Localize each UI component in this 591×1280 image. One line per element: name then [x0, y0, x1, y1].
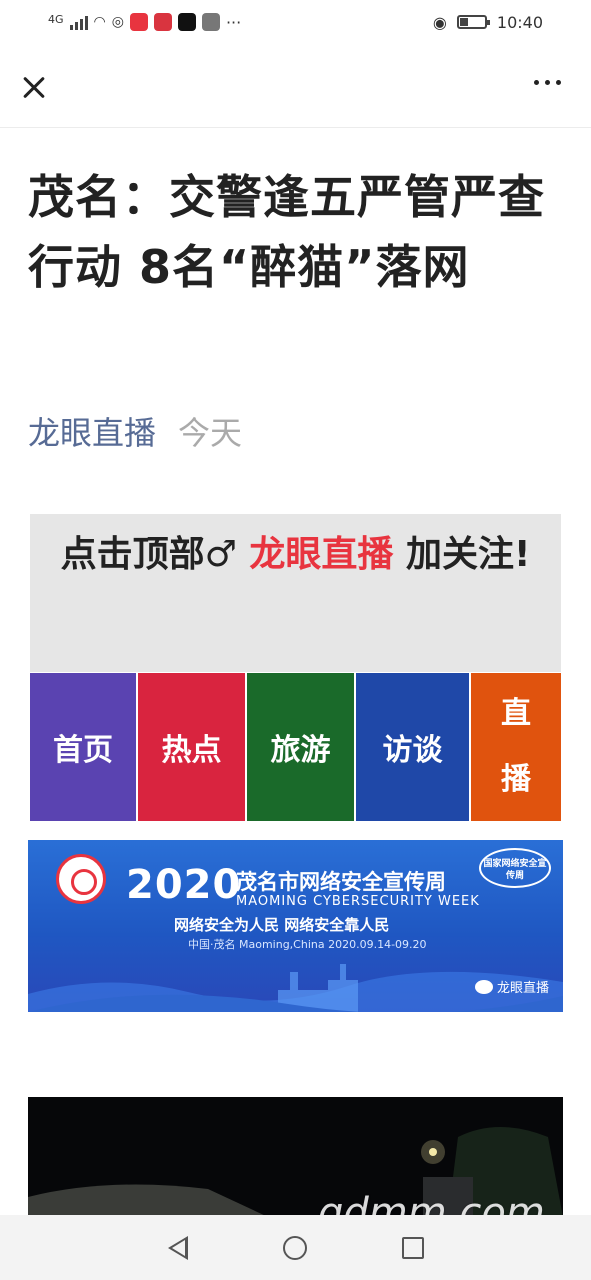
author-link[interactable]: 龙眼直播	[28, 408, 156, 454]
tile-home[interactable]: 首页	[30, 673, 136, 821]
banner-watermark: 龙眼直播	[474, 977, 549, 996]
recent-apps-icon[interactable]	[401, 1236, 424, 1259]
tiktok-icon	[177, 13, 196, 31]
maoming-emblem-icon	[56, 854, 106, 904]
close-icon[interactable]	[18, 72, 50, 104]
more-icon[interactable]	[534, 80, 561, 85]
tile-interview-label: 访谈	[382, 733, 443, 768]
eye-icon: ◉	[432, 12, 447, 32]
more-notifications-icon: ···	[225, 12, 242, 32]
tile-live-label: 直播	[501, 696, 531, 797]
system-nav-bar	[0, 1215, 591, 1280]
status-time: 10:40	[496, 12, 543, 32]
banner-slogan: 网络安全为人民 网络安全靠人民	[174, 916, 390, 934]
follow-banner: 点击顶部♂ 龙眼直播 加关注!	[30, 514, 561, 672]
banner-watermark-text: 龙眼直播	[496, 981, 549, 996]
network-type: 4G	[48, 12, 64, 26]
section-tiles: 首页 热点 旅游 访谈 直播	[30, 673, 561, 821]
follow-suffix: 加关注!	[405, 534, 531, 575]
article-title: 茂名：交警逢五严管严查行动 8名“醉猫”落网	[28, 170, 545, 294]
national-week-badge: 国家网络安全宣传周	[479, 848, 551, 888]
publish-date: 今天	[178, 414, 243, 452]
status-left: 4G ◠ ◎ ···	[48, 13, 241, 32]
browser-icon: ◎	[111, 14, 124, 30]
tile-live[interactable]: 直播	[471, 673, 561, 821]
home-icon[interactable]	[282, 1235, 307, 1260]
back-icon[interactable]	[167, 1235, 188, 1260]
status-bar: 4G ◠ ◎ ··· ◉ 10:40	[0, 0, 591, 44]
banner-cn-title: 茂名市网络安全宣传周	[236, 870, 446, 894]
tile-travel-label: 旅游	[270, 733, 331, 768]
article-meta: 龙眼直播 今天	[28, 408, 242, 454]
tile-home-label: 首页	[53, 733, 113, 768]
battery-icon	[456, 15, 490, 29]
signal-icon	[69, 14, 88, 30]
top-nav	[0, 44, 591, 128]
banner-en-title: MAOMING CYBERSECURITY WEEK	[236, 894, 480, 909]
tile-hot[interactable]: 热点	[138, 673, 245, 821]
wechat-icon	[474, 979, 493, 994]
app-icon-4	[201, 13, 220, 31]
cybersecurity-banner[interactable]: 2020 茂名市网络安全宣传周 MAOMING CYBERSECURITY WE…	[28, 840, 563, 1012]
tile-hot-label: 热点	[161, 733, 222, 768]
app-icon-1	[129, 13, 148, 31]
follow-highlight: 龙眼直播	[249, 534, 394, 575]
wifi-icon: ◠	[93, 14, 106, 30]
tile-travel[interactable]: 旅游	[247, 673, 354, 821]
tile-interview[interactable]: 访谈	[356, 673, 469, 821]
follow-prefix: 点击顶部♂	[60, 534, 237, 575]
banner-year: 2020	[126, 862, 242, 908]
status-right: ◉ 10:40	[433, 13, 543, 32]
app-icon-2	[153, 13, 172, 31]
banner-location: 中国·茂名 Maoming,China 2020.09.14-09.20	[188, 938, 427, 951]
